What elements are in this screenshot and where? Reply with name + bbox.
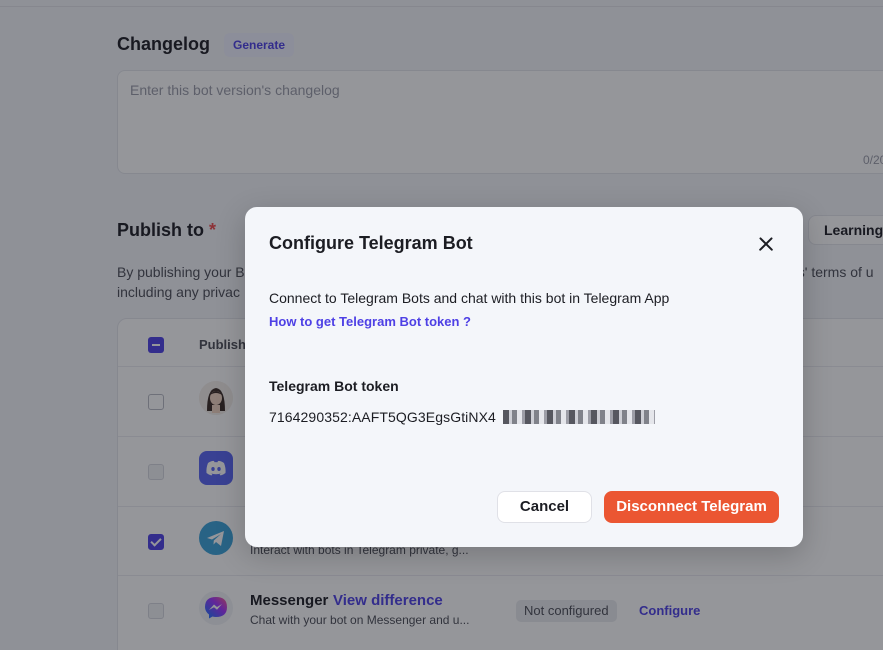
disconnect-telegram-button[interactable]: Disconnect Telegram bbox=[604, 491, 779, 523]
configure-telegram-modal: Configure Telegram Bot Connect to Telegr… bbox=[245, 207, 803, 547]
modal-description: Connect to Telegram Bots and chat with t… bbox=[269, 290, 670, 306]
close-icon[interactable] bbox=[755, 233, 777, 255]
redacted-token-pixels bbox=[503, 410, 655, 424]
cancel-button[interactable]: Cancel bbox=[497, 491, 592, 523]
token-value: 7164290352:AAFT5QG3EgsGtiNX4 bbox=[269, 409, 496, 425]
bot-token-help-link[interactable]: How to get Telegram Bot token ? bbox=[269, 314, 471, 329]
token-label: Telegram Bot token bbox=[269, 378, 399, 394]
modal-title: Configure Telegram Bot bbox=[269, 233, 473, 253]
